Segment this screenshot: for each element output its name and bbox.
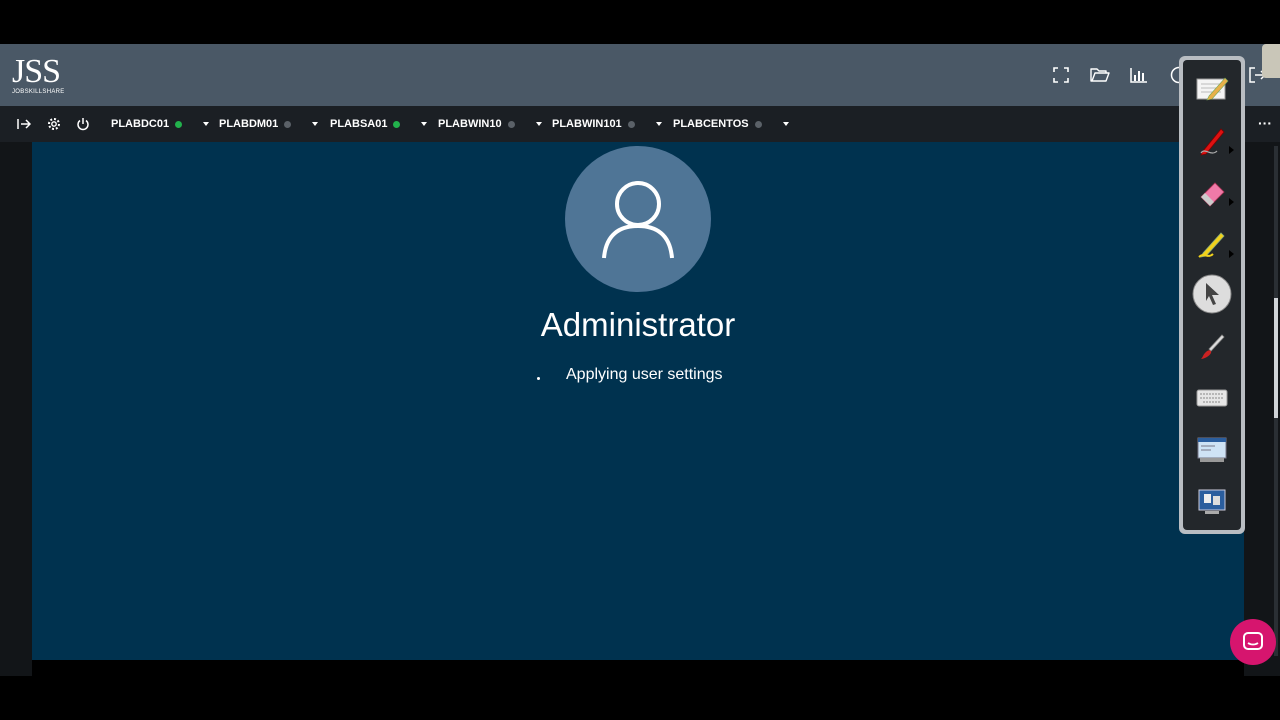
keyboard-icon[interactable]: [1192, 378, 1232, 418]
vm-tab-name: PLABSA01: [330, 118, 388, 130]
chevron-down-icon[interactable]: [203, 122, 210, 126]
vm-tab-name: PLABWIN101: [552, 118, 622, 130]
screen-capture-icon[interactable]: [1192, 430, 1232, 470]
eraser-flyout-arrow[interactable]: [1229, 198, 1234, 206]
enter-icon[interactable]: [14, 114, 34, 134]
vm-tab-name: PLABDC01: [111, 118, 170, 130]
pointer-icon[interactable]: [1192, 274, 1232, 314]
vm-tab-name: PLABWIN10: [438, 118, 502, 130]
chat-button[interactable]: [1230, 619, 1276, 665]
chat-icon: [1243, 632, 1263, 650]
pen-flyout-arrow[interactable]: [1229, 146, 1234, 154]
app-header: [0, 44, 1280, 106]
vm-tab-name: PLABCENTOS: [673, 118, 749, 130]
user-avatar: [565, 146, 711, 292]
vertical-scrollbar[interactable]: [1274, 146, 1278, 656]
login-username: Administrator: [540, 306, 736, 343]
jss-logo[interactable]: JSS JOBSKILLSHARE: [12, 53, 76, 96]
vm-tab-name: PLABDM01: [219, 118, 279, 130]
vm-tab-plabsa01[interactable]: PLABSA01: [330, 114, 428, 134]
vm-tab-plabcentos[interactable]: PLABCENTOS: [673, 114, 789, 134]
brush-icon[interactable]: [1192, 326, 1232, 366]
corner-tab[interactable]: [1262, 44, 1280, 78]
loading-spinner-icon: [537, 377, 540, 380]
vm-tab-plabwin10[interactable]: PLABWIN10: [438, 114, 542, 134]
vm-tab-plabdc01[interactable]: PLABDC01: [111, 114, 210, 134]
vm-tab-plabwin101[interactable]: PLABWIN101: [552, 114, 662, 134]
letterbox-top: [0, 0, 1280, 44]
login-status: Applying user settings: [530, 364, 790, 388]
logo-text: JSS: [12, 53, 61, 90]
vm-status-dot: [754, 120, 762, 128]
user-icon: [602, 181, 674, 259]
vm-status-dot: [175, 120, 183, 128]
chevron-down-icon[interactable]: [535, 122, 542, 126]
pen-icon[interactable]: [1192, 120, 1234, 160]
vm-status-dot: [284, 120, 292, 128]
eraser-icon[interactable]: [1192, 172, 1234, 212]
bar-chart-icon[interactable]: [1128, 64, 1150, 86]
vm-status-dot: [393, 120, 401, 128]
chevron-down-icon[interactable]: [655, 122, 662, 126]
chevron-down-icon[interactable]: [312, 122, 319, 126]
notepad-icon[interactable]: [1192, 68, 1232, 108]
vm-status-dot: [627, 120, 635, 128]
power-icon[interactable]: [73, 114, 93, 134]
fullscreen-icon[interactable]: [1050, 64, 1072, 86]
more-options-button[interactable]: ···: [1256, 114, 1274, 134]
chevron-down-icon[interactable]: [421, 122, 428, 126]
login-status-text: Applying user settings: [566, 366, 723, 383]
highlighter-icon[interactable]: [1192, 224, 1234, 264]
highlighter-flyout-arrow[interactable]: [1229, 250, 1234, 258]
folder-open-icon[interactable]: [1089, 64, 1111, 86]
gear-icon[interactable]: [44, 114, 64, 134]
left-frame: [0, 142, 32, 676]
vm-status-dot: [507, 120, 515, 128]
screen-share-icon[interactable]: [1192, 482, 1232, 522]
scrollbar-thumb[interactable]: [1274, 298, 1278, 418]
logo-subtext: JOBSKILLSHARE: [12, 89, 65, 95]
chevron-down-icon[interactable]: [782, 122, 789, 126]
vm-tab-plabdm01[interactable]: PLABDM01: [219, 114, 319, 134]
letterbox-bottom: [0, 676, 1280, 720]
